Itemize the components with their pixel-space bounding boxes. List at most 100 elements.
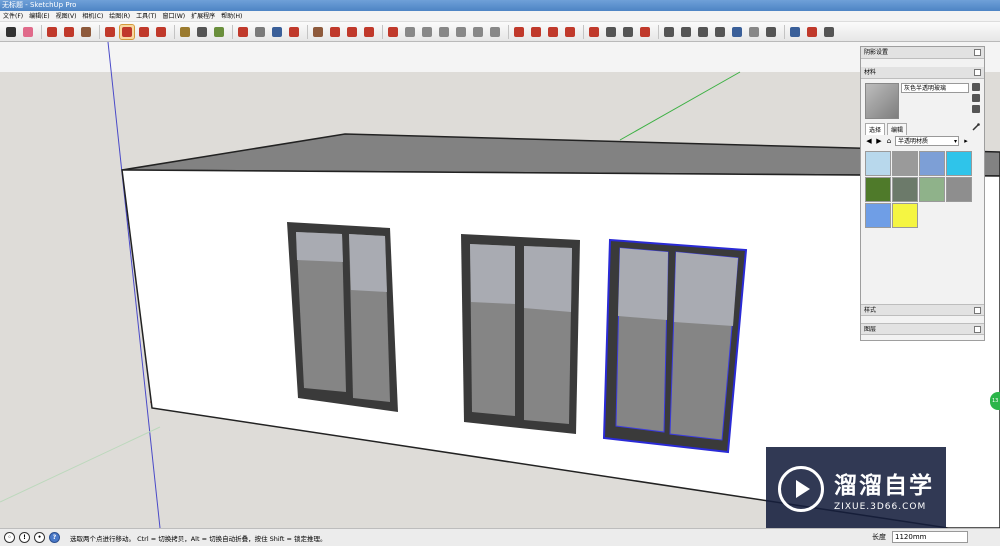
material-swatch[interactable] [919,177,945,202]
window-2[interactable] [461,234,580,434]
warehouse-tool-icon [313,26,323,37]
window-3-selected[interactable] [602,238,748,454]
right-view-tool-icon [439,26,449,37]
menu-camera[interactable]: 相机(C) [79,11,106,22]
menu-window[interactable]: 窗口(W) [160,11,189,22]
materials-panel-title: 材料 [864,69,877,76]
credits-icon[interactable]: ! [19,532,30,543]
paint-bucket-tool-button[interactable] [212,25,226,39]
pin-icon[interactable] [974,49,981,56]
menu-draw[interactable]: 绘图(R) [106,11,133,22]
offset-tool-icon [531,26,541,37]
solid-tools-button[interactable] [764,25,778,39]
collection-dropdown[interactable]: 半透明材质 ▾ [895,136,959,146]
home-icon[interactable]: ⌂ [885,137,893,145]
geo-location-icon[interactable]: ◦ [4,532,15,543]
measurements-box[interactable]: 1120mm [892,531,968,543]
zoom-extents-tool-button[interactable] [287,25,301,39]
forward-arrow-icon[interactable]: ▶ [875,137,883,145]
pin-icon[interactable] [974,326,981,333]
zoom-tool-button[interactable] [270,25,284,39]
xray-tool-button[interactable] [488,25,502,39]
dimension-tool-button[interactable] [604,25,618,39]
status-bar: ◦ ! • ? 选取两个点进行移动。 Ctrl = 切换拷贝，Alt = 切换自… [0,528,1000,546]
toolbar-separator [232,24,233,39]
shadow-panel-header[interactable]: 阴影设置 [861,47,984,59]
tab-select[interactable]: 选择 [865,123,886,135]
display-secondary-icon[interactable] [972,105,980,113]
outer-shell-tool-button[interactable] [563,25,577,39]
arc-tool-button[interactable] [62,25,76,39]
fog-tool-button[interactable] [747,25,761,39]
materials-panel-header[interactable]: 材料 [861,67,984,79]
tab-edit[interactable]: 编辑 [887,123,908,135]
window-1[interactable] [287,222,398,412]
styles-panel-header[interactable]: 样式 [861,304,984,316]
material-swatch[interactable] [946,177,972,202]
help-icon[interactable]: ? [49,532,60,543]
warehouse-tool-button[interactable] [311,25,325,39]
follow-me-tool-button[interactable] [512,25,526,39]
menu-view[interactable]: 视图(V) [53,11,80,22]
components-tool-button[interactable] [328,25,342,39]
side-badge[interactable]: 13 [990,392,1000,410]
eraser-tool-button[interactable] [21,25,35,39]
plugin-tool-c-button[interactable] [822,25,836,39]
tape-measure-tool-button[interactable] [178,25,192,39]
scale-tool-button[interactable] [154,25,168,39]
move-tool-button[interactable] [119,23,135,40]
style-tool-button[interactable] [713,25,727,39]
outer-shell-tool-icon [565,26,575,37]
shadow-tool-button[interactable] [730,25,744,39]
orbit-tool-button[interactable] [236,25,250,39]
rectangle-tool-button[interactable] [79,25,93,39]
push-pull-tool-button[interactable] [103,25,117,39]
create-material-icon[interactable] [972,83,980,91]
top-view-tool-button[interactable] [403,25,417,39]
intersect-tool-button[interactable] [546,25,560,39]
back-view-tool-button[interactable] [454,25,468,39]
user-icon[interactable]: • [34,532,45,543]
axes-tool-button[interactable] [638,25,652,39]
iso-view-tool-button[interactable] [386,25,400,39]
extension-tool-button[interactable] [345,25,359,39]
walk-tool-button[interactable] [662,25,676,39]
material-swatch[interactable] [865,177,891,202]
material-swatch[interactable] [892,203,918,228]
pan-tool-button[interactable] [253,25,267,39]
text-tool-button[interactable] [195,25,209,39]
material-swatch[interactable] [946,151,972,176]
details-arrow-icon[interactable]: ▸ [962,137,970,145]
material-name-field[interactable]: 灰色半透明玻璃 [901,83,969,93]
menu-edit[interactable]: 编辑(E) [26,11,52,22]
plugin-tool-a-button[interactable] [788,25,802,39]
look-around-tool-button[interactable] [696,25,710,39]
material-swatch[interactable] [865,203,891,228]
sandbox-tool-button[interactable] [362,25,376,39]
material-swatch[interactable] [892,177,918,202]
menu-help[interactable]: 帮助(H) [218,11,245,22]
section-plane-tool-button[interactable] [587,25,601,39]
material-swatch[interactable] [919,151,945,176]
position-camera-tool-button[interactable] [679,25,693,39]
menu-extensions[interactable]: 扩展程序 [188,11,218,22]
pin-icon[interactable] [974,307,981,314]
layers-panel-header[interactable]: 图层 [861,323,984,335]
eyedropper-icon[interactable] [972,123,980,131]
front-view-tool-button[interactable] [420,25,434,39]
pin-icon[interactable] [974,69,981,76]
back-arrow-icon[interactable]: ◀ [865,137,873,145]
protractor-tool-button[interactable] [621,25,635,39]
menu-tools[interactable]: 工具(T) [133,11,159,22]
select-tool-button[interactable] [4,25,18,39]
plugin-tool-b-button[interactable] [805,25,819,39]
line-tool-button[interactable] [45,25,59,39]
left-view-tool-button[interactable] [471,25,485,39]
material-swatch[interactable] [865,151,891,176]
default-material-icon[interactable] [972,94,980,102]
rotate-tool-button[interactable] [137,25,151,39]
offset-tool-button[interactable] [529,25,543,39]
material-swatch[interactable] [892,151,918,176]
menu-file[interactable]: 文件(F) [0,11,26,22]
right-view-tool-button[interactable] [437,25,451,39]
